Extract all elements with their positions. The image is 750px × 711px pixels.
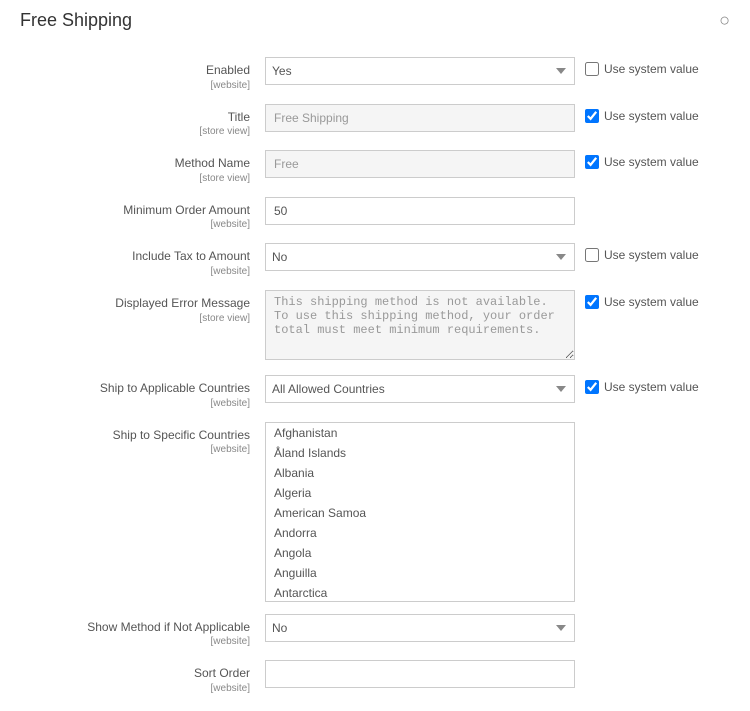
label-show-method: Show Method if Not Applicable [website]	[20, 614, 265, 649]
control-title: Use system value	[265, 104, 730, 132]
field-minimum-order-amount: Minimum Order Amount [website]	[20, 191, 730, 238]
enabled-select[interactable]: Yes No	[265, 57, 575, 85]
list-item[interactable]: American Samoa	[266, 503, 574, 523]
list-item[interactable]: Afghanistan	[266, 423, 574, 443]
field-method-name: Method Name [store view] Use system valu…	[20, 144, 730, 191]
list-item[interactable]: Algeria	[266, 483, 574, 503]
applicable-countries-use-system-value[interactable]: Use system value	[585, 375, 699, 394]
label-applicable-countries: Ship to Applicable Countries [website]	[20, 375, 265, 410]
control-specific-countries: AfghanistanÅland IslandsAlbaniaAlgeriaAm…	[265, 422, 730, 602]
control-applicable-countries: All Allowed Countries Specific Countries…	[265, 375, 730, 403]
enabled-use-system-checkbox[interactable]	[585, 62, 599, 76]
method-name-use-system-value[interactable]: Use system value	[585, 150, 699, 169]
field-specific-countries: Ship to Specific Countries [website] Afg…	[20, 416, 730, 608]
control-enabled: Yes No Use system value	[265, 57, 730, 85]
enabled-select-wrapper: Yes No	[265, 57, 575, 85]
field-show-method: Show Method if Not Applicable [website] …	[20, 608, 730, 655]
sort-order-input-wrapper	[265, 660, 575, 688]
error-message-textarea-wrapper: This shipping method is not available. T…	[265, 290, 575, 363]
include-tax-select[interactable]: No Yes	[265, 243, 575, 271]
control-method-name: Use system value	[265, 150, 730, 178]
error-message-use-system-value[interactable]: Use system value	[585, 290, 699, 309]
field-title: Title [store view] Use system value	[20, 98, 730, 145]
list-item[interactable]: Andorra	[266, 523, 574, 543]
list-item[interactable]: Antarctica	[266, 583, 574, 602]
error-message-use-system-checkbox[interactable]	[585, 295, 599, 309]
error-message-textarea[interactable]: This shipping method is not available. T…	[265, 290, 575, 360]
field-error-message: Displayed Error Message [store view] Thi…	[20, 284, 730, 369]
show-method-select[interactable]: No Yes	[265, 614, 575, 642]
field-enabled: Enabled [website] Yes No Use system valu…	[20, 51, 730, 98]
control-include-tax: No Yes Use system value	[265, 243, 730, 271]
method-name-input-wrapper	[265, 150, 575, 178]
title-use-system-checkbox[interactable]	[585, 109, 599, 123]
enabled-use-system-value[interactable]: Use system value	[585, 57, 699, 76]
label-enabled: Enabled [website]	[20, 57, 265, 92]
minimum-order-amount-input-wrapper	[265, 197, 575, 225]
control-show-method: No Yes	[265, 614, 730, 642]
applicable-countries-use-system-checkbox[interactable]	[585, 380, 599, 394]
label-error-message: Displayed Error Message [store view]	[20, 290, 265, 325]
method-name-input[interactable]	[265, 150, 575, 178]
method-name-use-system-checkbox[interactable]	[585, 155, 599, 169]
minimum-order-amount-input[interactable]	[265, 197, 575, 225]
label-include-tax: Include Tax to Amount [website]	[20, 243, 265, 278]
collapse-icon[interactable]: ○	[719, 10, 730, 31]
include-tax-use-system-checkbox[interactable]	[585, 248, 599, 262]
sort-order-input[interactable]	[265, 660, 575, 688]
list-item[interactable]: Anguilla	[266, 563, 574, 583]
control-sort-order	[265, 660, 730, 688]
control-error-message: This shipping method is not available. T…	[265, 290, 730, 363]
field-sort-order: Sort Order [website]	[20, 654, 730, 701]
label-sort-order: Sort Order [website]	[20, 660, 265, 695]
field-applicable-countries: Ship to Applicable Countries [website] A…	[20, 369, 730, 416]
page-title: Free Shipping	[20, 10, 132, 31]
include-tax-use-system-value[interactable]: Use system value	[585, 243, 699, 262]
field-include-tax: Include Tax to Amount [website] No Yes U…	[20, 237, 730, 284]
label-specific-countries: Ship to Specific Countries [website]	[20, 422, 265, 457]
title-input[interactable]	[265, 104, 575, 132]
label-minimum-order-amount: Minimum Order Amount [website]	[20, 197, 265, 232]
show-method-select-wrapper: No Yes	[265, 614, 575, 642]
list-item[interactable]: Albania	[266, 463, 574, 483]
list-item[interactable]: Angola	[266, 543, 574, 563]
applicable-countries-select[interactable]: All Allowed Countries Specific Countries	[265, 375, 575, 403]
title-use-system-value[interactable]: Use system value	[585, 104, 699, 123]
label-method-name: Method Name [store view]	[20, 150, 265, 185]
control-minimum-order-amount	[265, 197, 730, 225]
title-input-wrapper	[265, 104, 575, 132]
label-title: Title [store view]	[20, 104, 265, 139]
list-item[interactable]: Åland Islands	[266, 443, 574, 463]
specific-countries-list[interactable]: AfghanistanÅland IslandsAlbaniaAlgeriaAm…	[265, 422, 575, 602]
include-tax-select-wrapper: No Yes	[265, 243, 575, 271]
applicable-countries-select-wrapper: All Allowed Countries Specific Countries	[265, 375, 575, 403]
